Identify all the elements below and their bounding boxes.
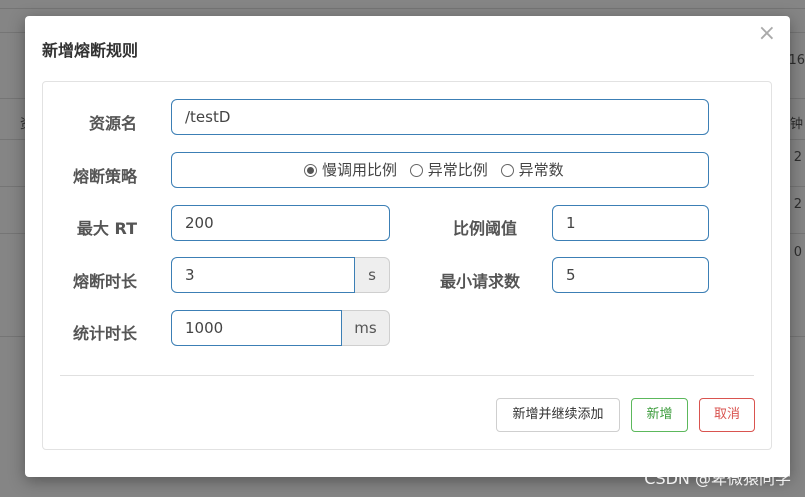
break-duration-unit: s [355,257,390,293]
cancel-button[interactable]: 取消 [699,398,755,432]
max-rt-label: 最大 RT [76,219,137,238]
strategy-option-label: 异常比例 [427,161,488,179]
radio-checked-icon [304,163,317,177]
strategy-option-label: 异常数 [518,161,564,179]
stat-duration-label: 统计时长 [72,324,137,343]
strategy-radio-box: 慢调用比例 异常比例 异常数 [171,152,709,188]
strategy-option-error-count[interactable]: 异常数 [500,153,564,187]
stat-duration-unit: ms [342,310,390,346]
radio-unchecked-icon [500,163,514,177]
max-rt-input[interactable]: 200 [171,205,390,241]
form-divider [60,375,754,376]
watermark: CSDN @卑微猿同学 [644,469,791,488]
strategy-radio-group: 慢调用比例 异常比例 异常数 [304,153,572,189]
min-requests-input[interactable]: 5 [552,257,709,293]
form-panel: 资源名 /testD 熔断策略 慢调用比例 异常比例 异常数 最大 RT 200… [42,81,772,450]
dialog-title: 新增熔断规则 [42,41,139,60]
ratio-threshold-input[interactable]: 1 [552,205,709,241]
add-button[interactable]: 新增 [631,398,688,432]
strategy-label: 熔断策略 [72,167,137,186]
break-duration-label: 熔断时长 [72,272,137,291]
break-duration-input[interactable]: 3 [171,257,355,293]
add-circuit-breaker-dialog: 新增熔断规则 × 资源名 /testD 熔断策略 慢调用比例 异常比例 异常数 [25,16,790,477]
strategy-option-error-ratio[interactable]: 异常比例 [409,153,488,187]
resource-name-label: 资源名 [88,114,137,133]
min-requests-label: 最小请求数 [439,272,520,291]
add-and-continue-button[interactable]: 新增并继续添加 [496,398,620,432]
radio-unchecked-icon [409,163,423,177]
ratio-threshold-label: 比例阈值 [452,219,517,238]
close-icon[interactable]: × [758,22,776,46]
strategy-option-slow-ratio[interactable]: 慢调用比例 [304,153,397,187]
stat-duration-input[interactable]: 1000 [171,310,342,346]
resource-name-input[interactable]: /testD [171,99,709,135]
strategy-option-label: 慢调用比例 [322,161,398,179]
